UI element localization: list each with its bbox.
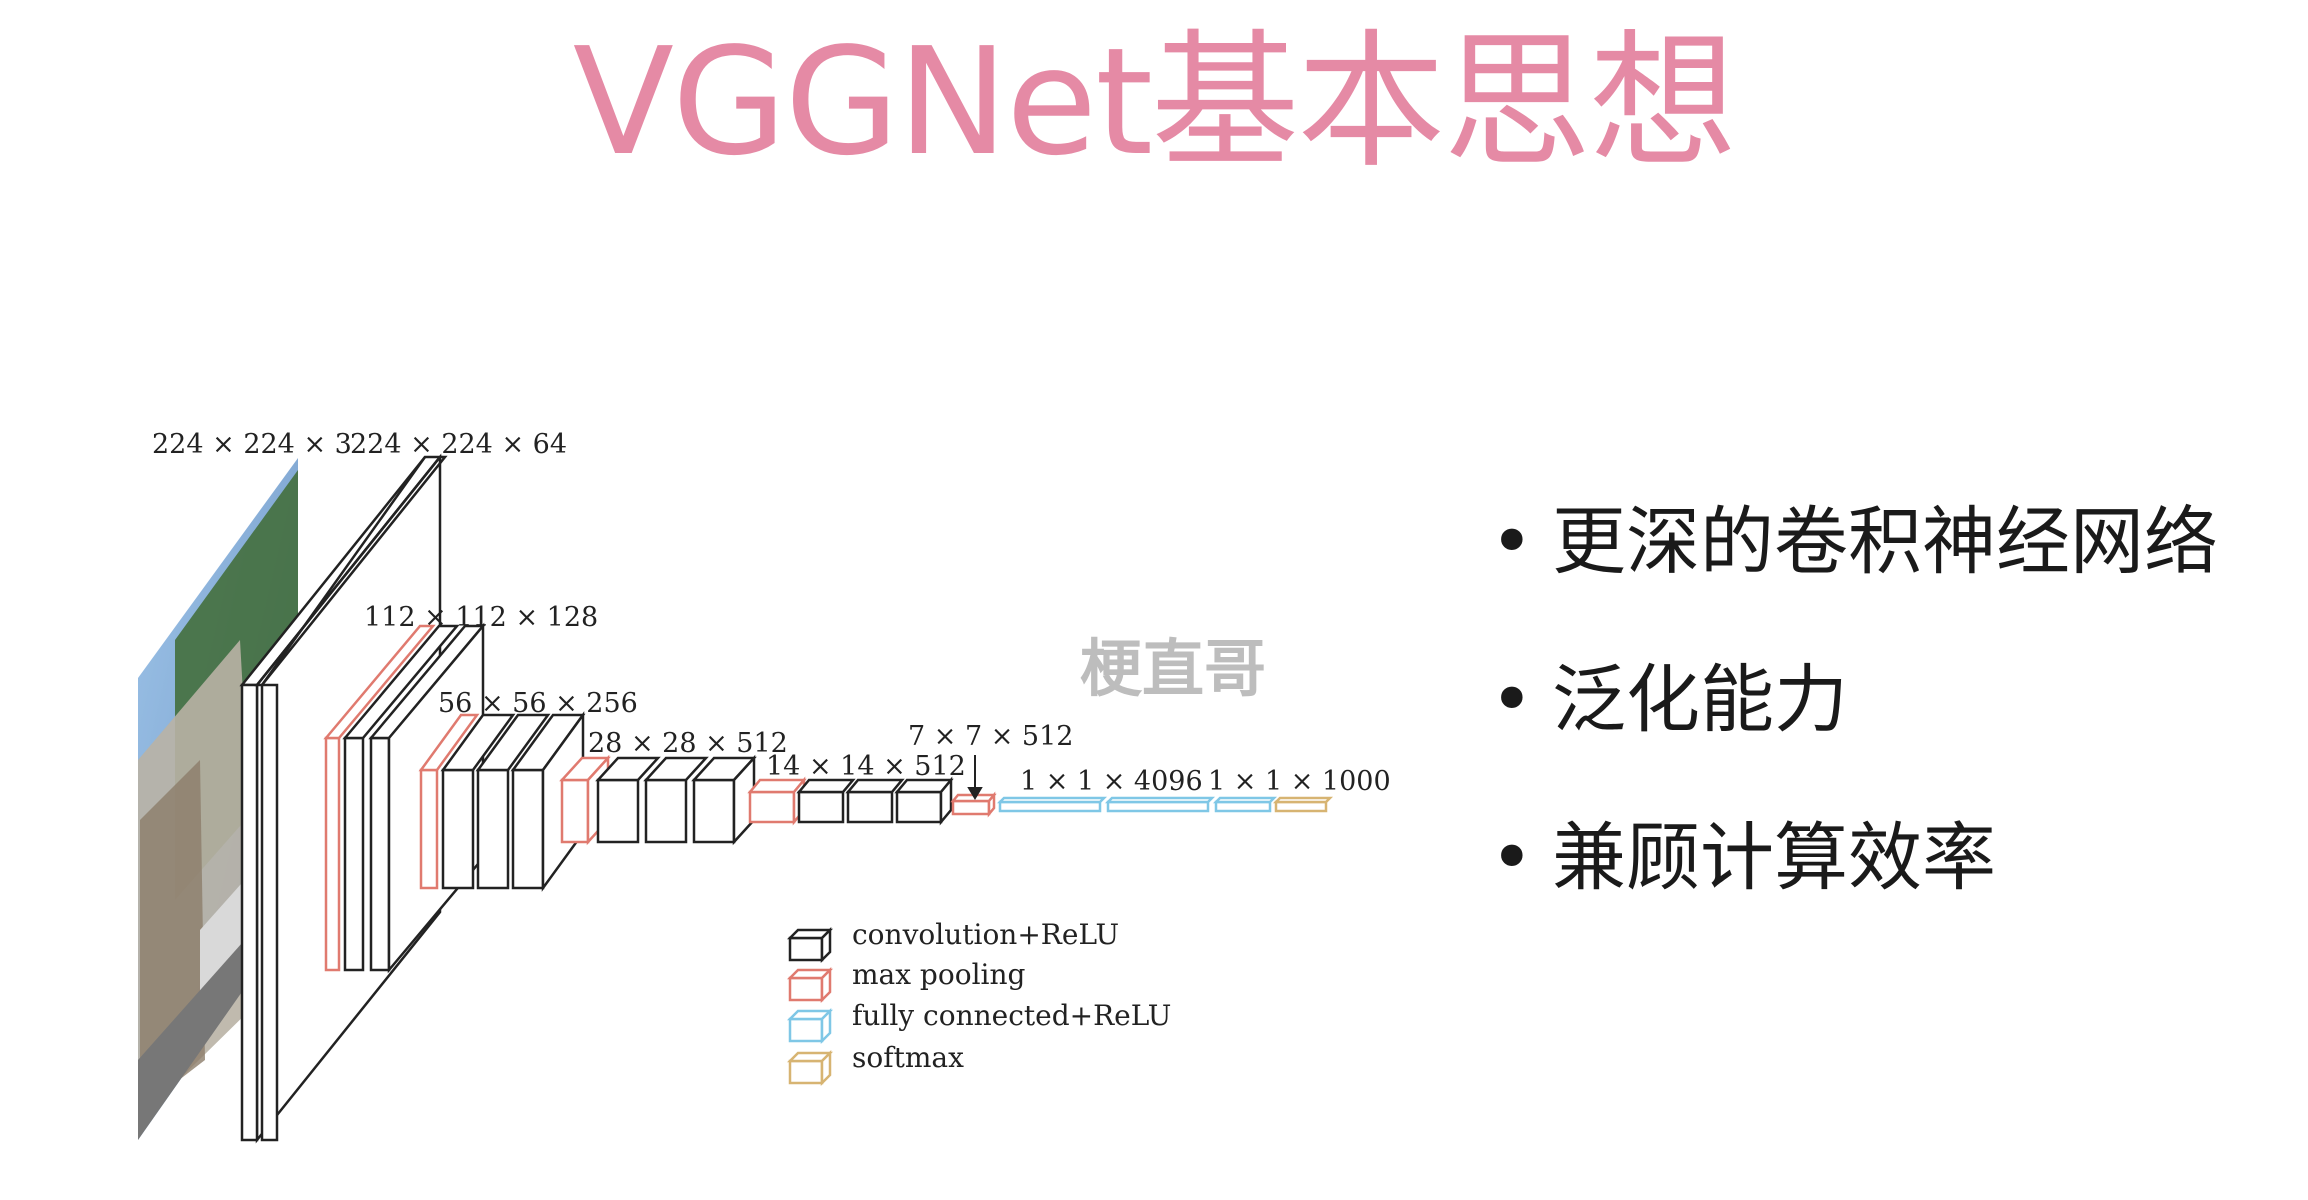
dim-label-input: 224 × 224 × 3 bbox=[152, 429, 352, 460]
pool5-block bbox=[950, 791, 997, 818]
dim-label-conv2: 112 × 112 × 128 bbox=[364, 602, 598, 633]
bullet-text: 泛化能力 bbox=[1552, 657, 1848, 743]
legend-label: max pooling bbox=[852, 958, 1026, 991]
softmax-layer bbox=[1272, 796, 1334, 813]
dim-label-softmax: 1 × 1 × 1000 bbox=[1208, 766, 1391, 797]
bullet-text: 兼顾计算效率 bbox=[1552, 815, 1996, 901]
conv4-block bbox=[595, 754, 757, 846]
bullet-list: • 更深的卷积神经网络 • 泛化能力 • 兼顾计算效率 bbox=[1490, 505, 2218, 979]
dim-label-conv3: 56 × 56 × 256 bbox=[438, 688, 638, 719]
pool4-block bbox=[747, 776, 807, 826]
dim-label-conv5: 14 × 14 × 512 bbox=[766, 751, 966, 782]
bullet-marker: • bbox=[1490, 499, 1534, 585]
bullet-marker: • bbox=[1490, 657, 1534, 743]
bullet-marker: • bbox=[1490, 815, 1534, 901]
legend-label: softmax bbox=[852, 1041, 964, 1074]
legend-label: convolution+ReLU bbox=[852, 918, 1119, 951]
dim-label-pool5: 7 × 7 × 512 bbox=[908, 721, 1073, 752]
bullet-item: • 更深的卷积神经网络 bbox=[1490, 505, 2218, 579]
legend-item-fully-connected: fully connected+ReLU bbox=[786, 999, 1171, 1045]
legend-item-convolution: convolution+ReLU bbox=[786, 918, 1119, 964]
pool5-arrow bbox=[967, 755, 983, 800]
legend-item-softmax: softmax bbox=[786, 1041, 964, 1087]
legend-item-max-pooling: max pooling bbox=[786, 958, 1026, 1004]
bullet-text: 更深的卷积神经网络 bbox=[1552, 499, 2218, 585]
bullet-item: • 兼顾计算效率 bbox=[1490, 821, 2218, 895]
watermark: 梗直哥 bbox=[1080, 632, 1267, 705]
bullet-item: • 泛化能力 bbox=[1490, 663, 2218, 737]
fc-layers bbox=[996, 796, 1278, 813]
legend: convolution+ReLU max pooling fully conne… bbox=[786, 918, 1171, 1087]
dim-label-conv1: 224 × 224 × 64 bbox=[350, 429, 567, 460]
conv5-block bbox=[796, 776, 954, 826]
legend-label: fully connected+ReLU bbox=[852, 999, 1171, 1032]
dim-label-conv4: 28 × 28 × 512 bbox=[588, 728, 788, 759]
dim-label-fc: 1 × 1 × 4096 bbox=[1020, 766, 1203, 797]
